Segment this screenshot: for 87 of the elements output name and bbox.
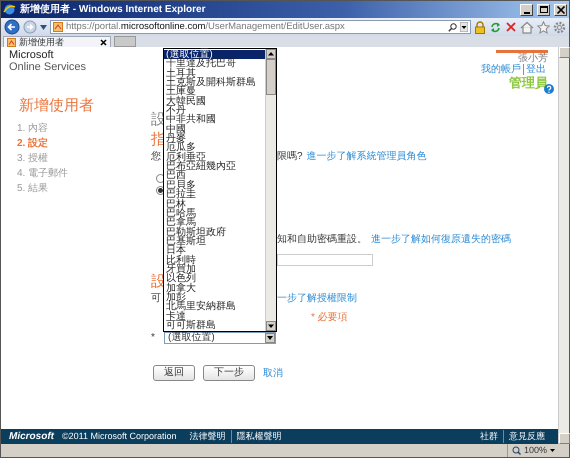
user-name: 張小芳 bbox=[518, 54, 548, 64]
browser-logo-icon bbox=[3, 3, 16, 16]
dropdown-option[interactable]: 北馬里安納群島 bbox=[164, 302, 265, 312]
close-icon[interactable] bbox=[100, 38, 107, 46]
body-text: 您 bbox=[151, 151, 161, 162]
page-icon bbox=[7, 38, 16, 46]
home-icon[interactable] bbox=[520, 20, 534, 34]
dropdown-option[interactable]: 中國 bbox=[164, 124, 265, 134]
dropdown-option[interactable]: 卡達 bbox=[164, 312, 265, 321]
dropdown-option[interactable]: 中非共和國 bbox=[164, 115, 265, 125]
dropdown-option[interactable]: 大韓民國 bbox=[164, 96, 265, 106]
dropdown-option[interactable]: 巴勒斯坦政府 bbox=[164, 228, 265, 237]
dropdown-option[interactable]: 厄利垂亞 bbox=[164, 152, 265, 162]
body-text: 可 bbox=[151, 293, 161, 304]
footer-link[interactable]: 法律聲明 bbox=[184, 430, 231, 444]
scroll-thumb[interactable] bbox=[266, 59, 276, 95]
brand-subtitle: Online Services bbox=[9, 61, 86, 73]
dropdown-option[interactable]: 巴拉圭 bbox=[164, 190, 265, 200]
wizard-button[interactable]: 下一步 bbox=[203, 365, 255, 381]
help-link[interactable]: 進一步了解系統管理員角色 bbox=[306, 149, 427, 164]
wizard-title: 新增使用者 bbox=[19, 97, 95, 115]
dropdown-option[interactable]: 巴貝多 bbox=[164, 180, 265, 190]
brand-name: Microsoft bbox=[9, 50, 55, 61]
footer-link[interactable]: 社群 bbox=[475, 430, 503, 444]
refresh-icon[interactable] bbox=[489, 20, 502, 34]
maximize-icon bbox=[540, 6, 548, 13]
tab-label: 新增使用者 bbox=[19, 38, 65, 46]
footer-logo: Microsoft bbox=[9, 430, 54, 444]
close-icon bbox=[556, 6, 564, 14]
dropdown-option[interactable]: 巴西 bbox=[164, 171, 265, 181]
dropdown-option[interactable]: 以色列 bbox=[164, 274, 265, 284]
dropdown-option[interactable]: 土克斯及開科斯群島 bbox=[164, 78, 265, 88]
minimize-button[interactable] bbox=[520, 4, 533, 16]
page-icon bbox=[53, 22, 63, 32]
scroll-down-button[interactable] bbox=[559, 433, 570, 444]
caret-icon bbox=[267, 336, 273, 340]
dropdown-option[interactable]: 比利時 bbox=[164, 256, 265, 265]
help-link[interactable]: 一步了解授權限制 bbox=[277, 291, 357, 306]
stop-icon[interactable] bbox=[505, 21, 517, 33]
padlock-icon[interactable] bbox=[474, 20, 486, 34]
window-title: 新增使用者 - Windows Internet Explorer bbox=[20, 2, 206, 17]
dropdown-option[interactable]: 巴林 bbox=[164, 200, 265, 209]
dropdown-caret-icon[interactable] bbox=[460, 22, 468, 32]
zoom-icon bbox=[512, 446, 521, 455]
url-text: https://portal.microsoftonline.com/UserManagement/EditUser.aspx bbox=[66, 20, 346, 34]
scroll-down-icon[interactable] bbox=[266, 321, 276, 331]
dropdown-option[interactable]: 巴哈馬 bbox=[164, 208, 265, 218]
required-note: * 必要項 bbox=[311, 310, 348, 325]
minimize-icon bbox=[524, 12, 530, 14]
dropdown-option[interactable]: 牙買加 bbox=[164, 264, 265, 274]
body-text: 知和自助密碼重設。 bbox=[277, 232, 367, 247]
maximize-button[interactable] bbox=[537, 4, 550, 16]
search-icon[interactable] bbox=[448, 22, 457, 32]
browser-tab[interactable]: 新增使用者 bbox=[3, 36, 111, 47]
back-button-icon[interactable] bbox=[4, 19, 20, 35]
header-link[interactable]: 我的帳戶 bbox=[479, 64, 523, 75]
zoom-control[interactable]: 100% bbox=[506, 444, 555, 458]
dropdown-option[interactable]: 土庫曼 bbox=[164, 87, 265, 97]
close-button[interactable] bbox=[554, 4, 567, 16]
dropdown-option[interactable]: 加拿大 bbox=[164, 284, 265, 293]
copyright-text: ©2011 Microsoft Corporation bbox=[62, 430, 177, 443]
body-text: 限嗎? bbox=[277, 150, 303, 164]
scroll-up-button[interactable] bbox=[559, 47, 570, 58]
required-marker: * bbox=[151, 332, 155, 343]
header-link[interactable]: 登出 bbox=[523, 64, 548, 75]
dropdown-option[interactable]: 巴布亞紐幾內亞 bbox=[164, 162, 265, 172]
scroll-up-icon[interactable] bbox=[266, 49, 276, 59]
footer-link[interactable]: 隱私權聲明 bbox=[230, 430, 287, 444]
settings-icon[interactable] bbox=[553, 20, 566, 34]
dropdown-caret-icon[interactable] bbox=[40, 24, 47, 30]
dropdown-option[interactable]: 可可斯群島 bbox=[164, 320, 265, 330]
address-field[interactable]: https://portal.microsoftonline.com/UserManagement/EditUser.aspx bbox=[50, 20, 471, 34]
cancel-link[interactable]: 取消 bbox=[263, 366, 283, 380]
input-field[interactable] bbox=[277, 254, 373, 266]
dropdown-option[interactable]: 巴拿馬 bbox=[164, 218, 265, 228]
dropdown-option[interactable]: 巴基斯坦 bbox=[164, 236, 265, 246]
dropdown-option[interactable]: 厄瓜多 bbox=[164, 143, 265, 153]
forward-button-icon[interactable] bbox=[23, 20, 37, 34]
dropdown-option[interactable]: 日本 bbox=[164, 246, 265, 256]
caret-icon bbox=[550, 449, 555, 452]
help-link[interactable]: 進一步了解如何復原遺失的密碼 bbox=[371, 232, 511, 247]
footer-link[interactable]: 意見反應 bbox=[503, 430, 550, 444]
dropdown-option[interactable]: 千里達及托巴哥 bbox=[164, 59, 265, 69]
wizard-button[interactable]: 返回 bbox=[153, 365, 195, 381]
dropdown-option[interactable]: 丹麥 bbox=[164, 134, 265, 144]
location-select[interactable]: (選取位置) bbox=[164, 332, 276, 344]
star-icon[interactable] bbox=[537, 20, 550, 34]
